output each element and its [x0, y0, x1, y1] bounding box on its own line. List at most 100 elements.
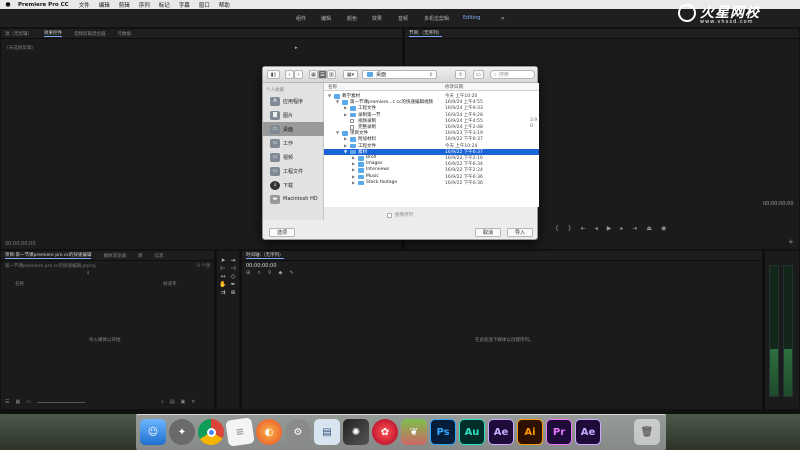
finder-icon[interactable]: ☺: [140, 419, 166, 445]
menu-sequence[interactable]: 序列: [139, 1, 150, 9]
file-row[interactable]: ▼ 教学素材 今天 上午10:20: [324, 93, 539, 99]
final-cut-pro-icon[interactable]: ✺: [343, 419, 369, 445]
file-row[interactable]: ▼ 素材 16/9/22 下午6:37: [324, 148, 539, 155]
notes-icon[interactable]: ≡: [225, 417, 255, 447]
tab-metadata[interactable]: 元数据: [118, 31, 132, 37]
menu-marker[interactable]: 标记: [159, 1, 170, 9]
expand-icon[interactable]: ▸: [295, 45, 298, 51]
workspace-tab-audio[interactable]: 音频: [398, 15, 408, 22]
icon-view-button-icon[interactable]: ▦: [309, 70, 318, 79]
column-view-button-icon[interactable]: ▥: [327, 70, 336, 79]
arrange-button-icon[interactable]: ▦▾: [343, 70, 358, 79]
photoshop-icon[interactable]: Ps: [430, 419, 456, 445]
track-forward-tool-icon[interactable]: ⇥: [229, 257, 237, 265]
disclosure-closed-icon[interactable]: ▶: [352, 155, 355, 160]
disclosure-closed-icon[interactable]: ▶: [344, 136, 347, 141]
ripple-edit-tool-icon[interactable]: ⊢: [219, 265, 227, 273]
nest-icon[interactable]: ⊞: [246, 270, 250, 276]
sidebar-item-desktop[interactable]: ▭ 桌面: [263, 122, 324, 136]
column-header-name[interactable]: 名称: [328, 84, 337, 90]
workspace-tab-effects[interactable]: 效果: [372, 15, 382, 22]
tab-program[interactable]: 节目:（无序列）: [409, 30, 443, 37]
sidebar-item-pictures[interactable]: ◙ 图片: [263, 108, 324, 122]
workspace-tab-color[interactable]: 颜色: [347, 15, 357, 22]
file-row[interactable]: ▶ Interviews 16/9/22 下午2:24: [324, 167, 539, 173]
linked-selection-icon[interactable]: ⚲: [268, 270, 272, 276]
find-icon[interactable]: ⌕: [161, 399, 164, 405]
timeline-settings-icon[interactable]: ✎: [289, 270, 293, 276]
lift-icon[interactable]: ⏏: [646, 225, 652, 232]
share-button-icon[interactable]: ⇪: [455, 70, 466, 79]
sidebar-item-videos[interactable]: ▭ 视频: [263, 150, 324, 164]
sidebar-toggle-icon[interactable]: ▮▯: [267, 70, 280, 79]
search-field[interactable]: ⌕ 搜索: [490, 70, 535, 79]
system-preferences-icon[interactable]: ⚙: [285, 419, 311, 445]
add-marker-icon[interactable]: ◆: [279, 270, 283, 276]
trash-icon[interactable]: 🗑: [634, 419, 660, 445]
rolling-edit-tool-icon[interactable]: ⊣: [229, 265, 237, 273]
track-select-tool-icon[interactable]: ⇉: [219, 289, 227, 297]
file-row[interactable]: ▶ 附加材料 16/9/22 下午6:37: [324, 136, 539, 142]
mark-in-icon[interactable]: {: [555, 225, 559, 232]
list-view-button-icon[interactable]: ☰: [318, 70, 327, 79]
file-row[interactable]: ▶ 录制第一节 16/9/24 上午9:28: [324, 112, 539, 118]
app-menu[interactable]: Premiere Pro CC: [18, 2, 69, 8]
export-frame-icon[interactable]: ◉: [661, 225, 666, 232]
file-row[interactable]: ▶ Stock footage 16/9/22 下午6:36: [324, 180, 539, 186]
chrome-icon[interactable]: [198, 419, 224, 445]
file-row[interactable]: 视频录制 16/9/24 上午4:55 3.9: [324, 118, 539, 124]
illustrator-icon[interactable]: Ai: [517, 419, 543, 445]
menu-window[interactable]: 窗口: [199, 1, 210, 9]
column-frame-rate[interactable]: 帧速率: [163, 281, 177, 287]
preview-icon[interactable]: ▤: [314, 419, 340, 445]
disclosure-closed-icon[interactable]: ▶: [352, 161, 355, 166]
import-button[interactable]: 导入: [507, 228, 533, 237]
cancel-button[interactable]: 取消: [475, 228, 501, 237]
file-row[interactable]: ▶ Music 16/9/22 下午6:36: [324, 174, 539, 180]
workspace-tab-editing[interactable]: Editing: [463, 15, 480, 21]
forward-button-icon[interactable]: ›: [294, 70, 303, 79]
file-row[interactable]: ▼ 项目文件 16/9/23 下午3:19: [324, 130, 539, 136]
sidebar-item-downloads[interactable]: ↓ 下载: [263, 178, 324, 192]
back-button-icon[interactable]: ‹: [285, 70, 294, 79]
options-button[interactable]: 选项: [269, 228, 295, 237]
launchpad-icon[interactable]: ✦: [169, 419, 195, 445]
tag-button-icon[interactable]: ▭: [473, 70, 484, 79]
disclosure-closed-icon[interactable]: ▶: [352, 180, 355, 185]
file-row[interactable]: ▼ 第一节课premiere...c cc的快速编辑视频 16/9/24 上午4:5…: [324, 99, 539, 105]
play-icon[interactable]: ▶: [607, 225, 612, 232]
tab-source[interactable]: 源（无剪辑）: [5, 31, 32, 37]
slip-tool-icon[interactable]: ↔: [219, 273, 227, 281]
razor-tool-icon[interactable]: ◇: [229, 273, 237, 281]
menu-clip[interactable]: 剪辑: [119, 1, 130, 9]
project-search-icon[interactable]: ⌕: [87, 270, 90, 276]
workspace-more-icon[interactable]: »: [501, 15, 505, 22]
column-header-date[interactable]: 修改日期: [445, 84, 463, 90]
menu-file[interactable]: 文件: [79, 1, 90, 9]
zoom-slider[interactable]: [36, 402, 85, 403]
zoom-tool-icon[interactable]: ⊕: [229, 289, 237, 297]
firefox-icon[interactable]: ◐: [256, 419, 282, 445]
tab-effect-controls[interactable]: 效果控件: [44, 30, 62, 37]
path-popup[interactable]: 桌面 ⇕: [362, 70, 437, 79]
step-back-icon[interactable]: ◂: [595, 225, 598, 232]
freeform-view-icon[interactable]: ▭: [26, 399, 31, 405]
after-effects-icon[interactable]: Ae: [488, 419, 514, 445]
new-item-icon[interactable]: ▣: [181, 399, 186, 405]
disclosure-open-icon[interactable]: ▼: [344, 149, 347, 154]
tab-audio-clip-mixer[interactable]: 音频剪辑混合器: [74, 31, 106, 37]
disclosure-open-icon[interactable]: ▼: [336, 99, 339, 104]
fruit-app-icon[interactable]: ❦: [401, 419, 427, 445]
disclosure-closed-icon[interactable]: ▶: [344, 112, 347, 117]
sidebar-item-macintosh-hd[interactable]: ▬ Macintosh HD: [263, 192, 324, 206]
workspace-tab-multicam[interactable]: 多机位剪辑: [424, 15, 449, 22]
selection-tool-icon[interactable]: ➤: [219, 257, 227, 265]
disclosure-open-icon[interactable]: ▼: [328, 93, 331, 98]
icon-view-icon[interactable]: ▦: [15, 399, 20, 405]
go-to-out-icon[interactable]: ⇥: [632, 225, 637, 232]
new-bin-icon[interactable]: ▤: [170, 399, 175, 405]
tab-info[interactable]: 信息: [154, 253, 163, 259]
file-row[interactable]: ▶ 工程文件 今天 上午10:24: [324, 143, 539, 149]
disclosure-closed-icon[interactable]: ▶: [344, 105, 347, 110]
file-row[interactable]: ▶ Images 16/9/22 下午6:34: [324, 161, 539, 167]
